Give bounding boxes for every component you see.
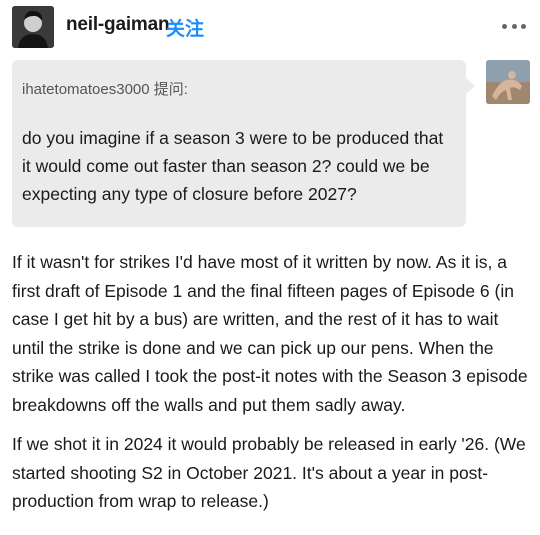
author-username[interactable]: neil-gaiman [66, 14, 170, 36]
answer-paragraph-1: If it wasn't for strikes I'd have most o… [12, 252, 528, 415]
dot [511, 23, 517, 29]
more-options-icon[interactable] [502, 16, 526, 36]
question-text: do you imagine if a season 3 were to be … [22, 128, 444, 204]
post-header: neil-gaiman 关注 [0, 0, 540, 56]
dot [521, 23, 526, 29]
follow-button[interactable]: 关注 [166, 14, 204, 41]
asker-label[interactable]: ihatetomatoes3000 提问: [22, 78, 188, 99]
dot [502, 23, 507, 29]
asker-avatar[interactable] [486, 60, 530, 104]
author-avatar[interactable] [12, 6, 54, 48]
ask-bubble: ihatetomatoes3000 提问: do you imagine if … [12, 60, 475, 227]
answer-paragraph-2: If we shot it in 2024 it would probably … [12, 434, 526, 511]
